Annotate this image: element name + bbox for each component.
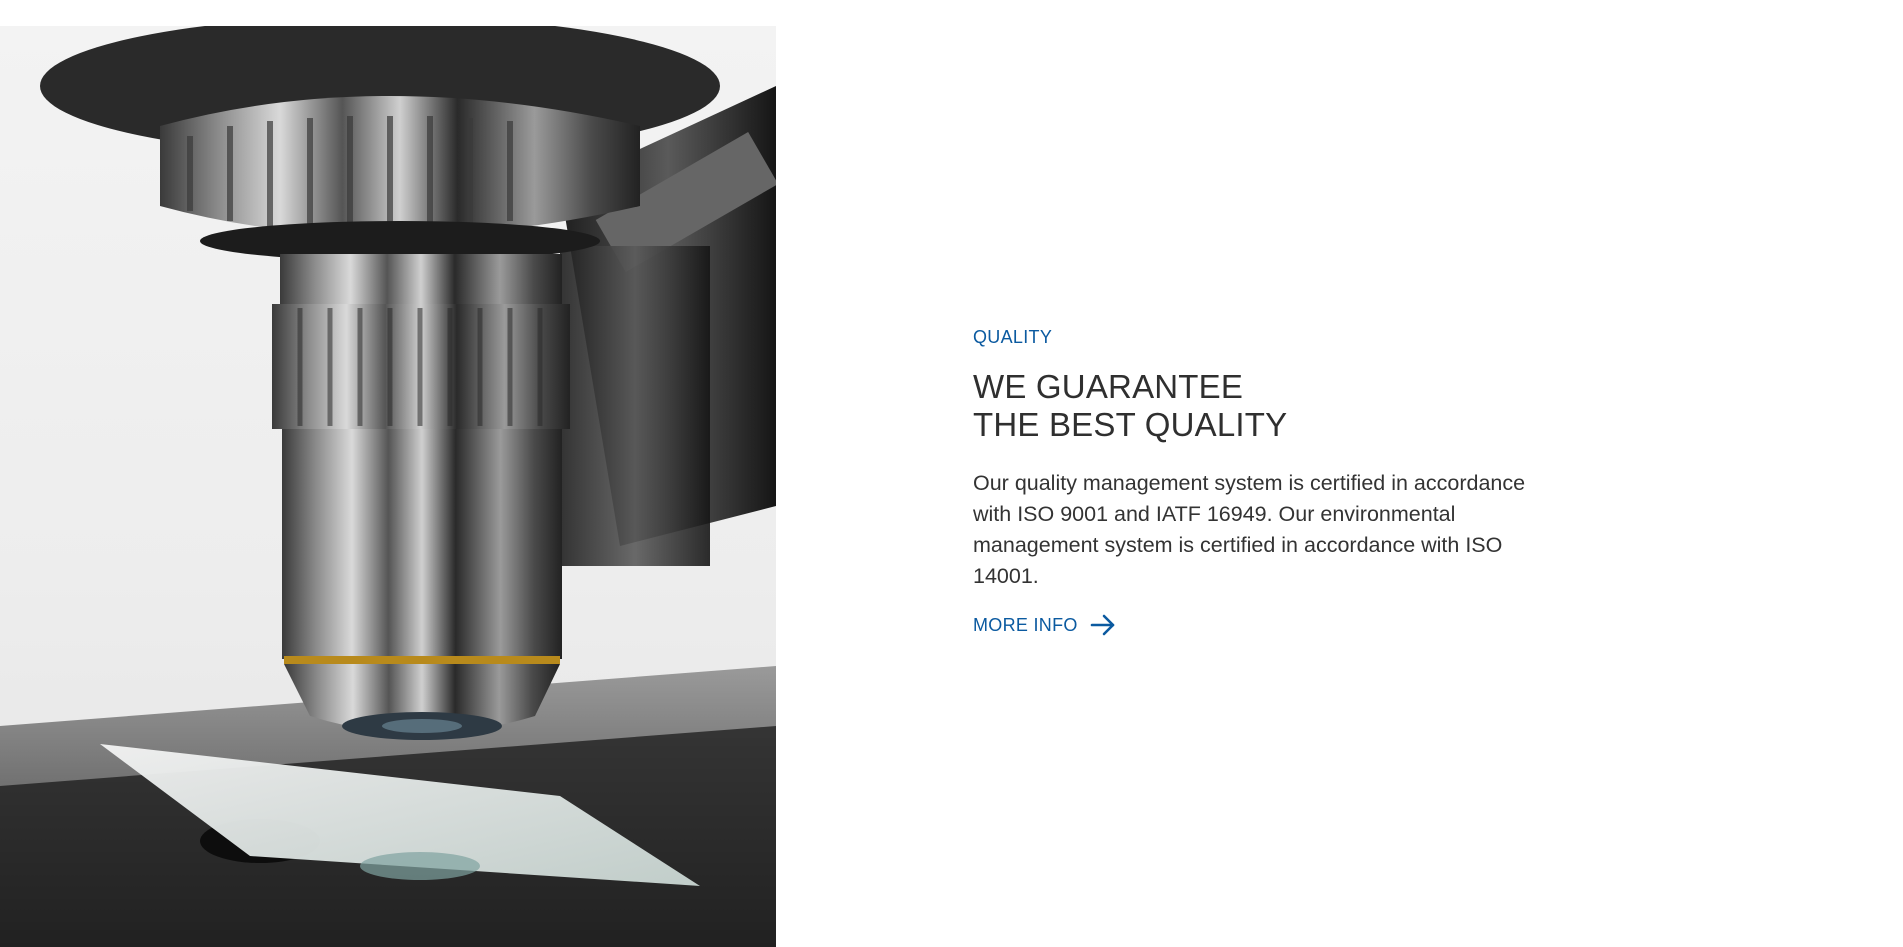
quality-content: QUALITY WE GUARANTEE THE BEST QUALITY Ou…: [973, 326, 1533, 636]
microscope-image: [0, 26, 776, 947]
quality-section: QUALITY WE GUARANTEE THE BEST QUALITY Ou…: [0, 0, 1903, 947]
section-headline: WE GUARANTEE THE BEST QUALITY: [973, 368, 1533, 444]
headline-line-1: WE GUARANTEE: [973, 368, 1244, 405]
section-eyebrow: QUALITY: [973, 327, 1053, 347]
headline-line-2: THE BEST QUALITY: [973, 406, 1288, 443]
section-description: Our quality management system is certifi…: [973, 471, 1526, 588]
more-info-link[interactable]: MORE INFO: [973, 614, 1116, 636]
more-info-label: MORE INFO: [973, 614, 1078, 635]
arrow-right-icon: [1090, 614, 1115, 636]
